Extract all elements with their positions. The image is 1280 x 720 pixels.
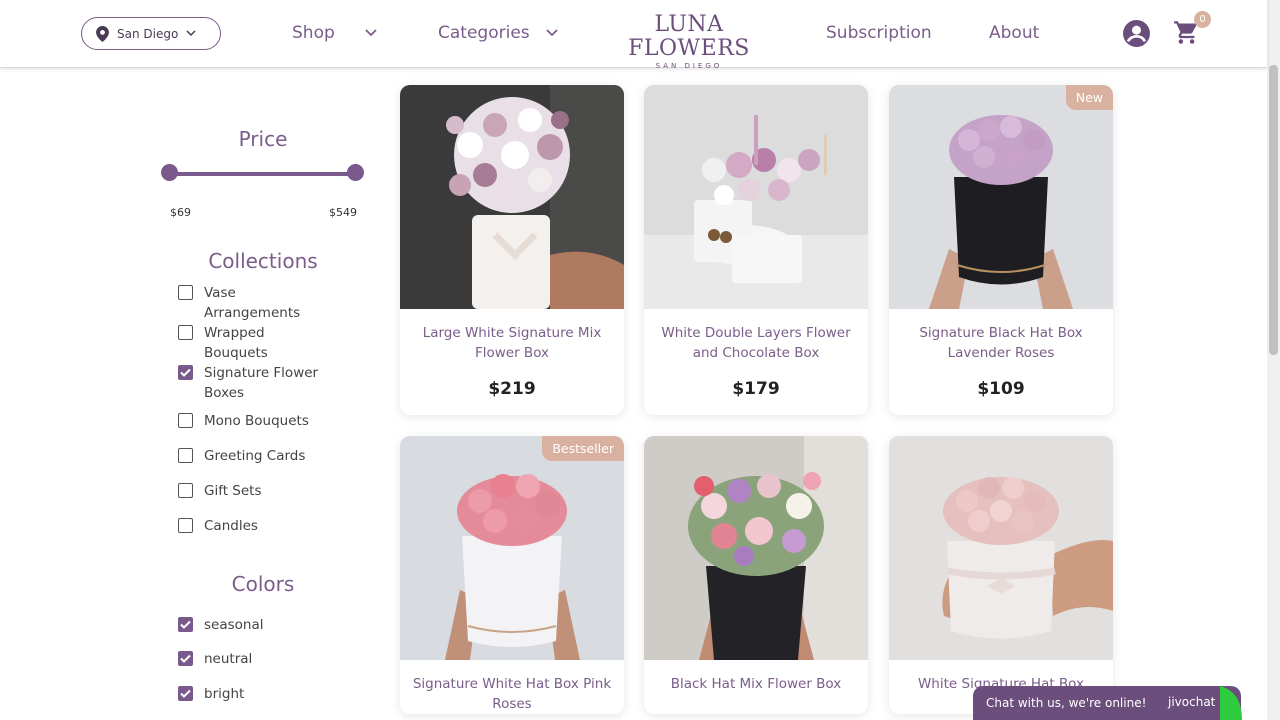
chat-widget-text: Chat with us, we're online! — [986, 696, 1147, 710]
page-scrollbar[interactable] — [1267, 0, 1280, 720]
collection-option[interactable]: Gift Sets — [178, 481, 334, 501]
product-image[interactable] — [889, 85, 1113, 309]
product-tag-badge: New — [1065, 85, 1113, 110]
product-name[interactable]: Black Hat Mix Flower Box — [644, 674, 868, 714]
location-selector[interactable]: San Diego — [81, 17, 221, 50]
collection-option[interactable]: Candles — [178, 516, 334, 536]
cart-count-badge: 0 — [1194, 11, 1211, 28]
checkbox[interactable] — [178, 483, 193, 498]
color-option-label: neutral — [204, 651, 253, 667]
location-pin-icon — [96, 25, 109, 42]
color-option[interactable]: neutral — [178, 649, 334, 669]
location-label: San Diego — [117, 26, 179, 41]
collection-option[interactable]: Wrapped Bouquets — [178, 323, 284, 363]
checkbox-checked[interactable] — [178, 365, 193, 380]
price-slider-min-handle[interactable] — [161, 164, 178, 181]
product-image[interactable] — [400, 436, 624, 660]
collection-option-label: Signature Flower Boxes — [204, 365, 319, 401]
product-image[interactable] — [644, 85, 868, 309]
chat-brand-label: jivochat — [1168, 695, 1216, 709]
collection-option[interactable]: Signature Flower Boxes — [178, 363, 324, 403]
chevron-down-icon — [546, 29, 558, 37]
product-image[interactable] — [644, 436, 868, 660]
price-max-value: $549 — [329, 206, 357, 219]
product-tag-badge: Bestseller — [542, 436, 624, 461]
site-header: San Diego Shop Categories LUNA FLOWERS S… — [0, 0, 1267, 71]
checkbox-checked[interactable] — [178, 651, 193, 666]
product-name[interactable]: White Double Layers Flower and Chocolate… — [644, 323, 868, 363]
logo-main-text: LUNA FLOWERS — [628, 12, 750, 61]
nav-subscription-label: Subscription — [826, 23, 932, 43]
product-card[interactable]: Bestseller Signature White Hat Box Pink … — [400, 436, 624, 714]
color-option-label: seasonal — [204, 617, 264, 633]
color-option[interactable]: bright — [178, 684, 334, 704]
price-slider-max-handle[interactable] — [347, 164, 364, 181]
checkbox[interactable] — [178, 413, 193, 428]
product-image[interactable] — [400, 85, 624, 309]
checkbox[interactable] — [178, 448, 193, 463]
collection-option[interactable]: Greeting Cards — [178, 446, 334, 466]
checkbox[interactable] — [178, 518, 193, 533]
collection-option-label: Greeting Cards — [204, 448, 306, 464]
colors-filter-title: Colors — [231, 572, 295, 596]
product-card[interactable]: White Double Layers Flower and Chocolate… — [644, 85, 868, 415]
scrollbar-thumb[interactable] — [1269, 65, 1278, 355]
checkbox-checked[interactable] — [178, 686, 193, 701]
nav-shop[interactable]: Shop — [292, 23, 377, 43]
nav-shop-label: Shop — [292, 23, 335, 43]
checkmark-icon — [180, 368, 191, 377]
product-name[interactable]: Signature White Hat Box Pink Roses — [400, 674, 624, 714]
product-card[interactable]: Large White Signature Mix Flower Box $21… — [400, 85, 624, 415]
checkmark-icon — [180, 620, 191, 629]
checkbox[interactable] — [178, 325, 193, 340]
nav-about[interactable]: About — [989, 23, 1039, 43]
logo-sub-text: SAN DIEGO — [655, 62, 723, 70]
color-option[interactable]: seasonal — [178, 615, 334, 635]
product-price: $219 — [488, 379, 536, 399]
product-price: $109 — [977, 379, 1025, 399]
collection-option-label: Mono Bouquets — [204, 413, 309, 429]
nav-subscription[interactable]: Subscription — [826, 23, 932, 43]
collection-option-label: Vase Arrangements — [204, 285, 301, 321]
color-option-label: bright — [204, 686, 245, 702]
product-price: $179 — [732, 379, 780, 399]
product-name[interactable]: Signature Black Hat Box Lavender Roses — [889, 323, 1113, 363]
chat-status-icon — [1220, 686, 1242, 720]
chevron-down-icon — [365, 29, 377, 37]
collection-option-label: Candles — [204, 518, 258, 534]
product-card[interactable]: Black Hat Mix Flower Box — [644, 436, 868, 714]
chevron-down-icon — [186, 30, 196, 37]
checkbox-checked[interactable] — [178, 617, 193, 632]
collection-option[interactable]: Vase Arrangements — [178, 283, 314, 323]
collection-option-label: Gift Sets — [204, 483, 262, 499]
product-image[interactable] — [889, 436, 1113, 660]
product-name[interactable]: Large White Signature Mix Flower Box — [400, 323, 624, 363]
nav-categories[interactable]: Categories — [438, 23, 558, 43]
nav-categories-label: Categories — [438, 23, 530, 43]
price-min-value: $69 — [170, 206, 191, 219]
product-card[interactable]: New Signature Black Hat Box Lavender Ros… — [889, 85, 1113, 415]
price-filter-title: Price — [238, 127, 288, 151]
checkmark-icon — [180, 689, 191, 698]
nav-about-label: About — [989, 23, 1040, 43]
chat-widget[interactable]: Chat with us, we're online! jivochat — [973, 686, 1241, 720]
collection-option[interactable]: Mono Bouquets — [178, 411, 334, 431]
account-icon[interactable] — [1123, 20, 1150, 51]
price-slider-track[interactable] — [170, 172, 356, 176]
site-logo[interactable]: LUNA FLOWERS SAN DIEGO — [602, 12, 776, 71]
checkbox[interactable] — [178, 285, 193, 300]
collection-option-label: Wrapped Bouquets — [204, 325, 268, 361]
product-card[interactable]: White Signature Hat Box — [889, 436, 1113, 714]
checkmark-icon — [180, 654, 191, 663]
collections-filter-title: Collections — [208, 249, 318, 273]
